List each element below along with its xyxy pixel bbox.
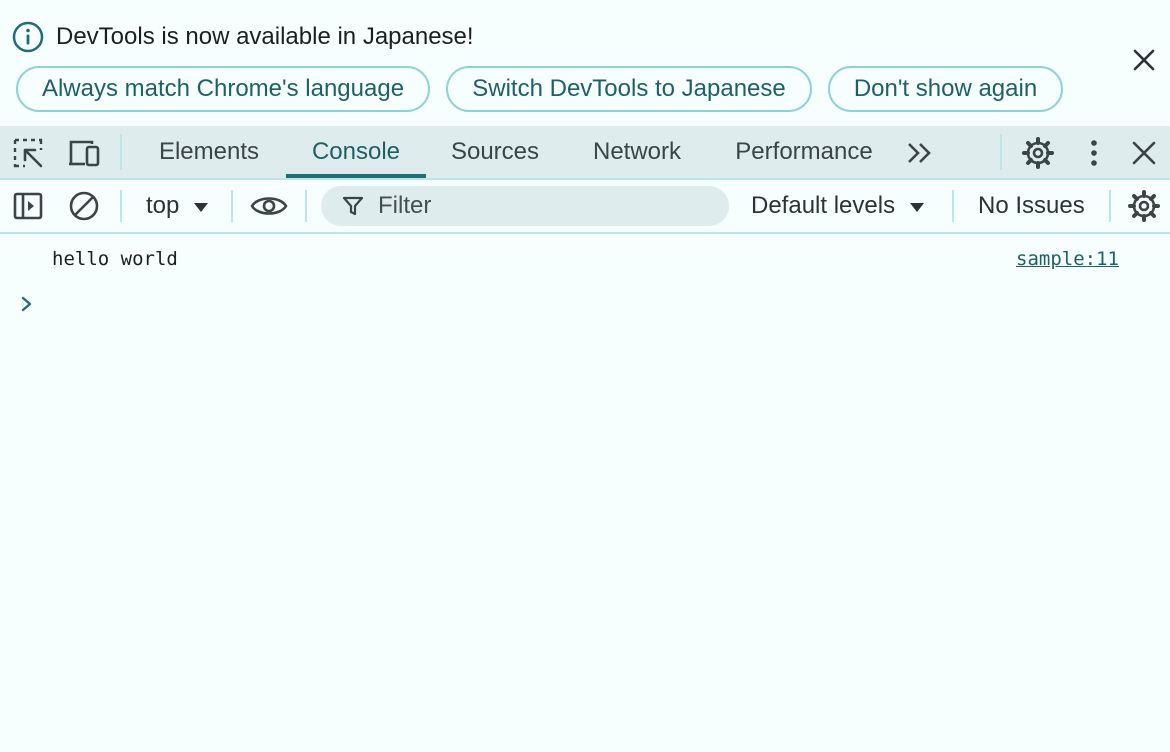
inspect-element-icon[interactable] — [11, 136, 45, 170]
levels-label: Default levels — [751, 192, 896, 219]
banner-message: DevTools is now available in Japanese! — [56, 23, 474, 50]
issues-counter[interactable]: No Issues — [978, 180, 1085, 232]
prompt-chevron-icon — [21, 296, 32, 312]
divider — [1000, 134, 1002, 170]
active-tab-indicator — [286, 174, 426, 178]
console-toolbar: top Filter Default levels No Issues — [0, 180, 1170, 234]
log-text: hello world — [52, 248, 178, 270]
context-label: top — [146, 192, 180, 219]
source-link[interactable]: sample:11 — [1016, 248, 1119, 270]
divider — [120, 134, 122, 170]
tab-sources[interactable]: Sources — [436, 126, 554, 178]
dropdown-triangle-icon — [909, 202, 924, 212]
console-prompt-input[interactable] — [44, 288, 1144, 318]
divider — [305, 190, 307, 222]
dropdown-triangle-icon — [194, 202, 209, 212]
sidebar-toggle-icon[interactable] — [11, 189, 45, 223]
dont-show-again-button[interactable]: Don't show again — [828, 66, 1063, 112]
log-levels-dropdown[interactable]: Default levels — [751, 180, 926, 232]
filter-placeholder: Filter — [378, 192, 432, 219]
tab-network[interactable]: Network — [576, 126, 698, 178]
divider — [1109, 190, 1111, 222]
eye-icon[interactable] — [250, 189, 288, 223]
console-output: hello world sample:11 — [0, 234, 1170, 752]
always-match-language-button[interactable]: Always match Chrome's language — [16, 66, 430, 112]
switch-to-japanese-button[interactable]: Switch DevTools to Japanese — [446, 66, 812, 112]
close-icon[interactable] — [1128, 44, 1160, 76]
device-toolbar-icon[interactable] — [67, 136, 101, 170]
settings-gear-icon[interactable] — [1021, 136, 1055, 170]
context-selector[interactable]: top — [146, 180, 210, 232]
tab-console[interactable]: Console — [286, 126, 426, 178]
info-icon — [12, 21, 44, 53]
filter-input[interactable]: Filter — [321, 186, 729, 226]
devtools-tab-bar: Elements Console Sources Network Perform… — [0, 126, 1170, 180]
divider — [231, 190, 233, 222]
more-tabs-icon[interactable] — [903, 136, 937, 170]
divider — [120, 190, 122, 222]
close-devtools-icon[interactable] — [1127, 136, 1161, 170]
tab-performance[interactable]: Performance — [718, 126, 890, 178]
filter-icon — [342, 196, 364, 216]
more-options-kebab-icon[interactable] — [1077, 136, 1111, 170]
divider — [952, 190, 954, 222]
console-settings-gear-icon[interactable] — [1127, 189, 1161, 223]
language-banner: DevTools is now available in Japanese! A… — [0, 0, 1170, 126]
tab-elements[interactable]: Elements — [142, 126, 276, 178]
clear-console-icon[interactable] — [67, 189, 101, 223]
